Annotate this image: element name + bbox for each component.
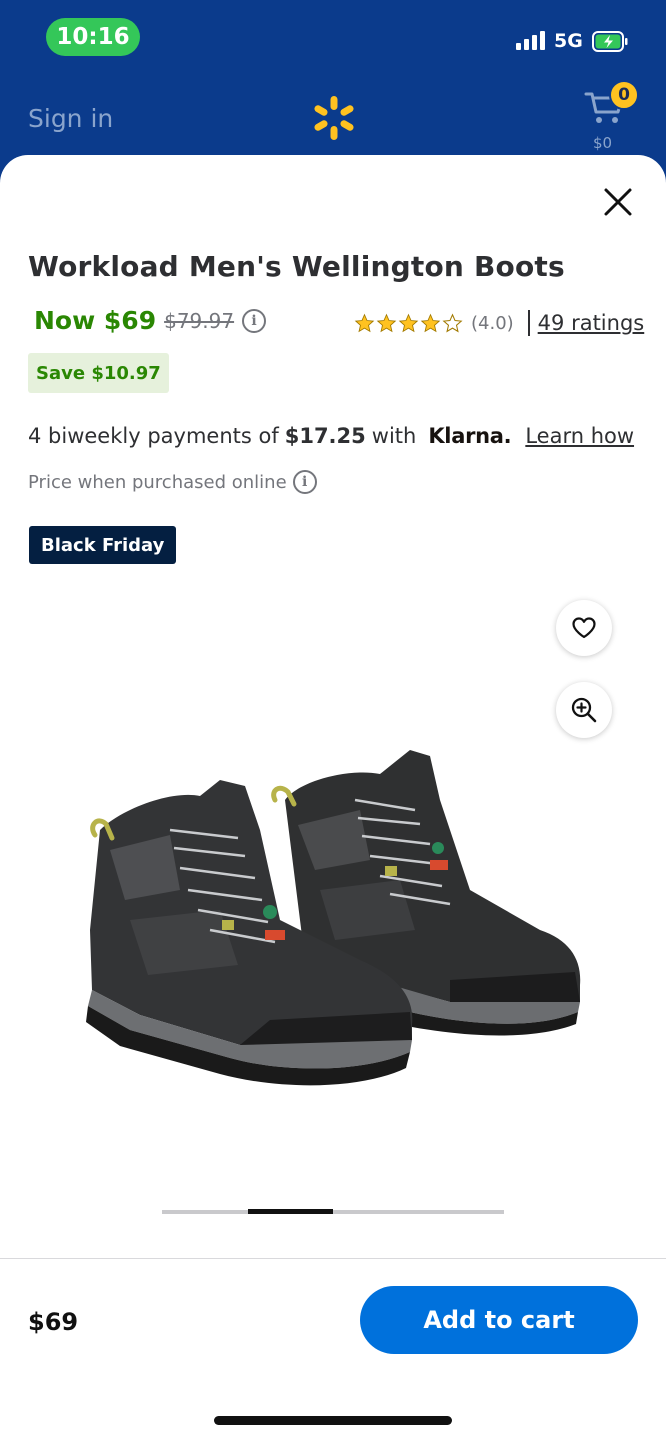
favorite-button[interactable]: [556, 600, 612, 656]
star-rating: [354, 312, 463, 334]
info-icon[interactable]: i: [292, 470, 317, 494]
price-now: Now $69: [34, 306, 157, 335]
star-icon: [398, 313, 419, 332]
zoom-button[interactable]: [556, 682, 612, 738]
zoom-icon: [571, 697, 597, 723]
carousel-active-segment: [248, 1209, 333, 1214]
info-icon[interactable]: i: [242, 308, 267, 333]
battery-icon: [592, 31, 628, 52]
save-badge: Save $10.97: [28, 353, 169, 393]
product-image[interactable]: [70, 740, 600, 1110]
sign-in-link[interactable]: Sign in: [28, 104, 113, 133]
app-header: 10:16 5G Sign in 0 $0: [0, 0, 666, 175]
rating-divider: [527, 310, 530, 336]
klarna-amount: $17.25: [284, 424, 366, 448]
footer-divider: [0, 1258, 666, 1259]
klarna-logo: Klarna.: [428, 424, 512, 448]
footer-price: $69: [28, 1308, 79, 1336]
online-note-text: Price when purchased online: [28, 471, 287, 493]
price-row: Now $69 $79.97 i: [34, 306, 267, 335]
learn-how-link[interactable]: Learn how: [525, 424, 634, 448]
klarna-text: 4 biweekly payments of: [28, 424, 279, 448]
cart-total: $0: [593, 134, 613, 152]
rating-summary[interactable]: (4.0) 49 ratings: [354, 310, 644, 336]
online-price-note: Price when purchased online i: [28, 470, 317, 494]
image-carousel-indicator[interactable]: [162, 1209, 504, 1214]
star-icon: [354, 313, 375, 332]
klarna-row: 4 biweekly payments of $17.25 with Klarn…: [28, 424, 634, 448]
product-title: Workload Men's Wellington Boots: [28, 250, 565, 283]
close-icon: [604, 188, 632, 216]
star-icon: [420, 313, 441, 332]
home-indicator[interactable]: [214, 1416, 452, 1425]
klarna-with: with: [371, 424, 417, 448]
ratings-link[interactable]: 49 ratings: [538, 311, 645, 335]
price-was: $79.97: [164, 308, 235, 333]
star-icon: [442, 312, 463, 332]
status-time: 10:16: [46, 18, 140, 56]
signal-icon: [516, 30, 545, 50]
heart-icon: [572, 617, 596, 639]
add-to-cart-button[interactable]: Add to cart: [360, 1286, 638, 1354]
star-icon: [376, 313, 397, 332]
rating-value: (4.0): [471, 312, 514, 334]
close-button[interactable]: [598, 182, 638, 222]
network-type: 5G: [554, 30, 583, 52]
cart-count-badge: 0: [609, 80, 639, 110]
spark-logo[interactable]: [308, 92, 360, 144]
black-friday-badge: Black Friday: [29, 526, 177, 564]
